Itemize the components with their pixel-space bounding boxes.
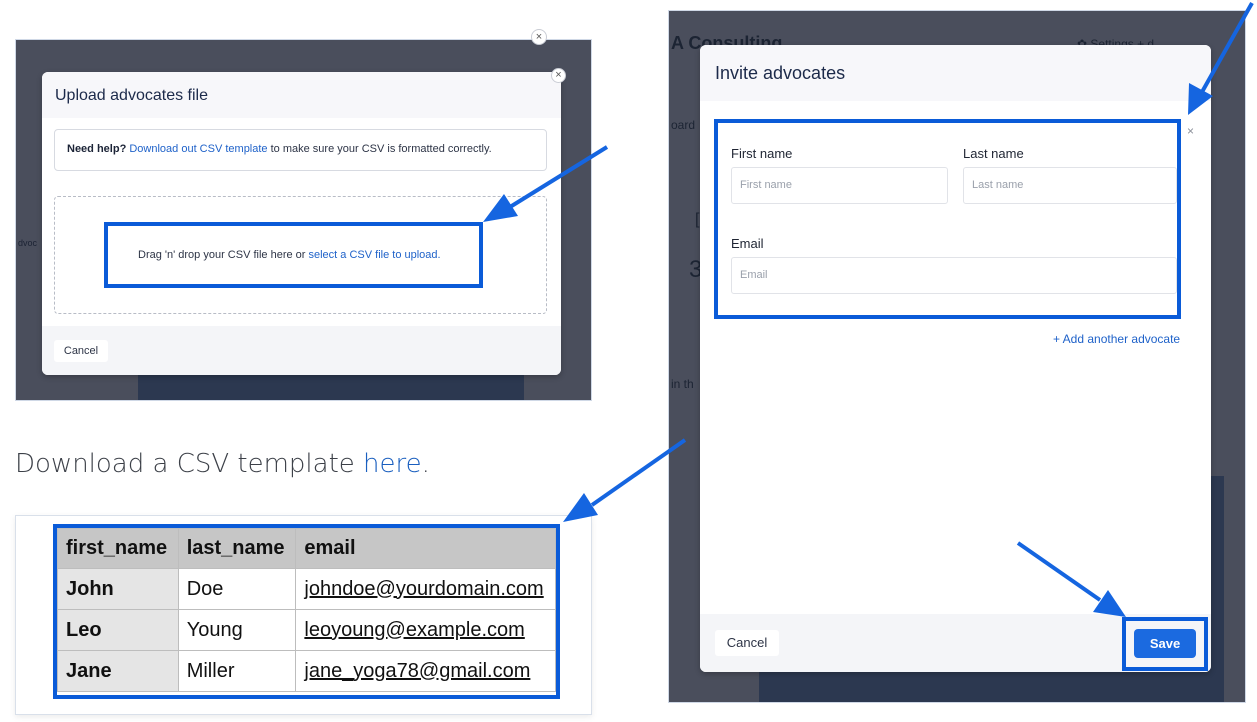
table-header-row: first_name last_name email <box>57 528 556 569</box>
table-row: John Doe johndoe@yourdomain.com <box>57 568 556 610</box>
upload-modal-screenshot: dvoc Upload advocates file Need help? Do… <box>15 39 592 401</box>
upload-advocates-modal: Upload advocates file Need help? Downloa… <box>42 72 561 375</box>
table-row: Leo Young leoyoung@example.com <box>57 609 556 651</box>
advocate-form-highlight <box>714 119 1181 319</box>
background-side-text: [ <box>695 211 700 228</box>
table-cell: Doe <box>177 568 297 610</box>
close-icon[interactable]: × <box>531 29 547 45</box>
drop-instructions: Drag 'n' drop your CSV file here or <box>138 249 309 261</box>
dropzone-text: Drag 'n' drop your CSV file here or sele… <box>138 249 441 261</box>
modal-title: Invite advocates <box>715 63 846 83</box>
arrow-to-csv-table <box>563 438 687 522</box>
remove-advocate-icon[interactable]: × <box>1187 124 1194 138</box>
download-suffix: . <box>421 449 430 479</box>
background-side-text: dvoc <box>18 238 38 248</box>
download-text: Download a CSV template <box>15 449 364 479</box>
table-cell-email: johndoe@yourdomain.com <box>295 568 556 610</box>
modal-footer <box>42 326 561 375</box>
download-template-line: Download a CSV template here. <box>15 449 430 479</box>
csv-template-table: first_name last_name email John Doe john… <box>57 528 556 692</box>
table-cell: Miller <box>177 650 297 692</box>
background-panel <box>138 374 524 400</box>
column-header: email <box>295 528 556 569</box>
column-header: last_name <box>177 528 297 569</box>
background-side-text: in th <box>671 377 694 391</box>
table-row: Jane Miller jane_yoga78@gmail.com <box>57 650 556 692</box>
table-cell: Jane <box>57 650 179 692</box>
invite-modal-screenshot: A Consulting ✿ Settings + d oard [ 3 in … <box>668 10 1246 703</box>
help-notice: Need help? Download out CSV template to … <box>54 129 547 171</box>
select-csv-link[interactable]: select a CSV file to upload. <box>309 249 441 261</box>
table-cell: John <box>57 568 179 610</box>
table-cell: Leo <box>57 609 179 651</box>
cancel-button[interactable]: Cancel <box>54 340 108 362</box>
help-text: to make sure your CSV is formatted corre… <box>267 143 492 155</box>
cancel-button[interactable]: Cancel <box>715 630 779 656</box>
table-cell-email: jane_yoga78@gmail.com <box>295 650 556 692</box>
close-icon[interactable]: × <box>551 68 566 83</box>
download-here-link[interactable]: here <box>363 449 422 479</box>
add-another-advocate-link[interactable]: + Add another advocate <box>1053 332 1180 346</box>
download-template-link[interactable]: Download out CSV template <box>129 143 267 155</box>
table-cell: Young <box>177 609 297 651</box>
table-cell-email: leoyoung@example.com <box>295 609 556 651</box>
csv-table-highlight: first_name last_name email John Doe john… <box>53 524 560 699</box>
column-header: first_name <box>57 528 179 569</box>
modal-title: Upload advocates file <box>55 87 208 104</box>
background-side-text: oard <box>671 118 696 132</box>
save-button[interactable]: Save <box>1134 629 1196 658</box>
help-bold: Need help? <box>67 143 127 155</box>
